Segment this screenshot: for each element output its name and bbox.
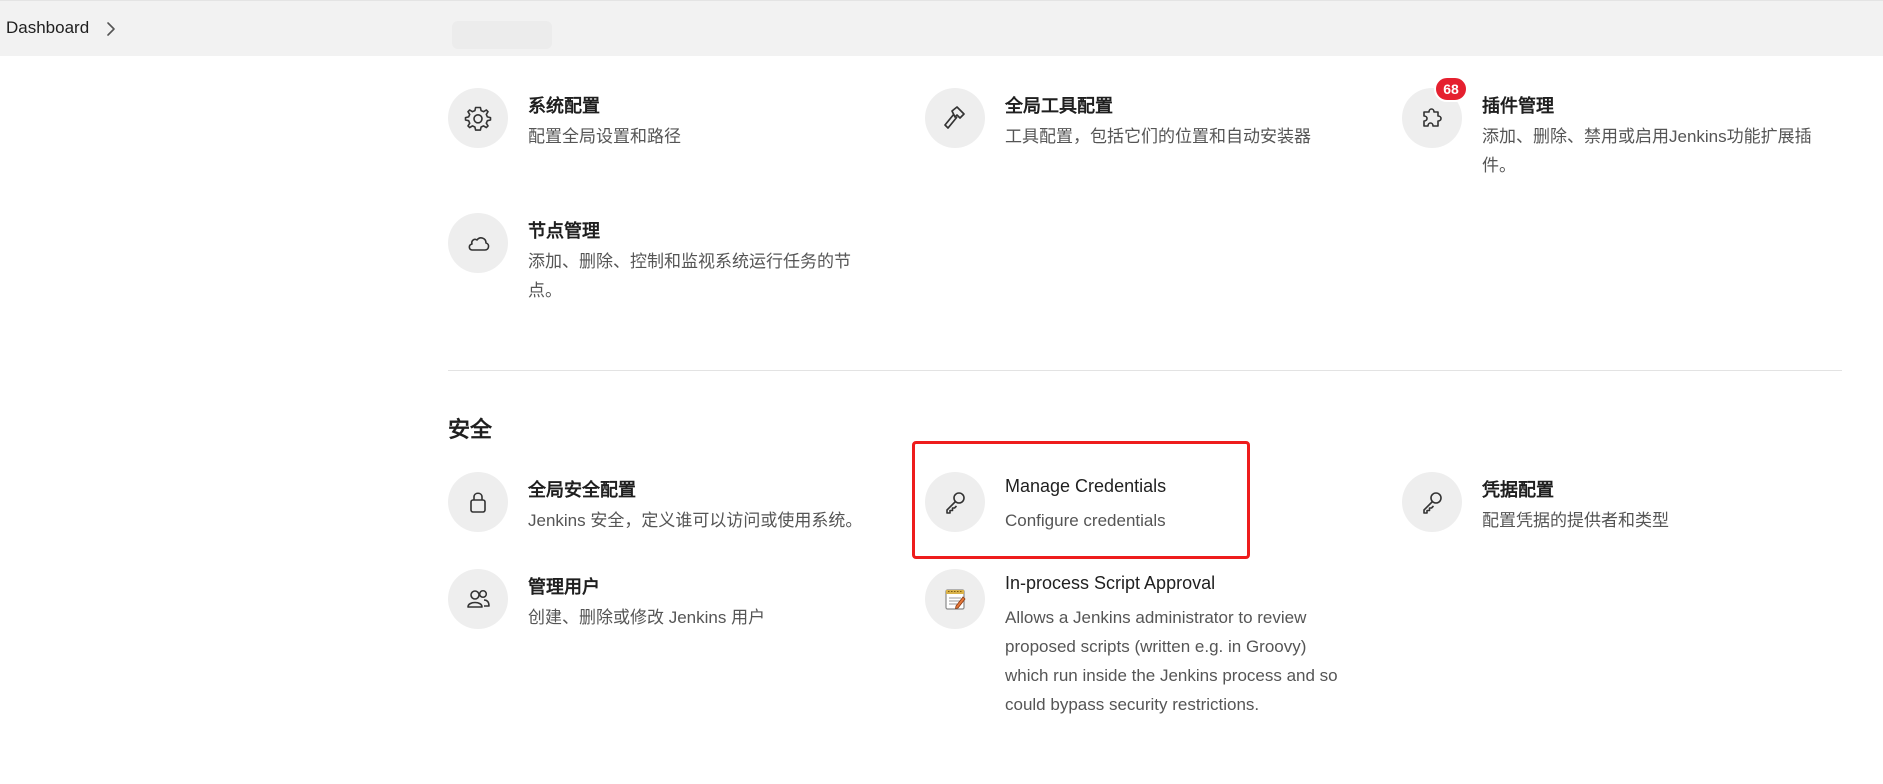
notepad-icon [925,569,985,629]
item-title: 管理用户 [528,577,600,597]
item-description: 工具配置，包括它们的位置和自动安装器 [1005,127,1311,146]
manage-item-nodes[interactable]: 节点管理 添加、删除、控制和监视系统运行任务的节点。 [448,213,868,303]
lock-icon [448,472,508,532]
item-description: 添加、删除、控制和监视系统运行任务的节点。 [528,252,851,300]
item-description: 添加、删除、禁用或启用Jenkins功能扩展插件。 [1482,127,1812,175]
key-icon [925,472,985,532]
breadcrumb-bar: Dashboard [0,0,1883,56]
section-title-security: 安全 [448,417,493,442]
item-description: Jenkins 安全，定义谁可以访问或使用系统。 [528,511,863,530]
gear-icon [448,88,508,148]
manage-item-credentials[interactable]: Manage Credentials Configure credentials [925,472,1245,542]
manage-item-users[interactable]: 管理用户 创建、删除或修改 Jenkins 用户 [448,569,868,639]
manage-item-global-tools[interactable]: 全局工具配置 工具配置，包括它们的位置和自动安装器 [925,88,1345,158]
manage-item-script-approval[interactable]: In-process Script Approval Allows a Jenk… [925,569,1365,719]
item-description: 创建、删除或修改 Jenkins 用户 [528,608,766,627]
item-title: 系统配置 [528,96,600,116]
manage-item-credential-providers[interactable]: 凭据配置 配置凭据的提供者和类型 [1402,472,1822,542]
manage-item-system-config[interactable]: 系统配置 配置全局设置和路径 [448,88,868,158]
breadcrumb-dashboard-link[interactable]: Dashboard [6,18,89,38]
manage-item-plugins[interactable]: 68 插件管理 添加、删除、禁用或启用Jenkins功能扩展插件。 [1402,76,1842,178]
item-description: 配置凭据的提供者和类型 [1482,511,1669,530]
key-icon [1402,472,1462,532]
item-title: 插件管理 [1482,96,1554,116]
manage-item-global-security[interactable]: 全局安全配置 Jenkins 安全，定义谁可以访问或使用系统。 [448,472,888,542]
item-description: Configure credentials [1005,511,1166,530]
item-description: Allows a Jenkins administrator to review… [1005,608,1338,714]
item-title: Manage Credentials [1005,476,1167,496]
item-title: 全局工具配置 [1005,96,1113,116]
cloud-icon [448,213,508,273]
chevron-right-icon[interactable] [104,20,118,38]
item-description: 配置全局设置和路径 [528,127,681,146]
users-icon [448,569,508,629]
item-title: In-process Script Approval [1005,573,1216,593]
item-title: 节点管理 [528,221,600,241]
section-divider [448,370,1842,371]
updates-count-badge: 68 [1434,76,1468,102]
breadcrumb-placeholder [452,21,552,49]
hammer-icon [925,88,985,148]
item-title: 凭据配置 [1482,480,1554,500]
item-title: 全局安全配置 [528,480,636,500]
